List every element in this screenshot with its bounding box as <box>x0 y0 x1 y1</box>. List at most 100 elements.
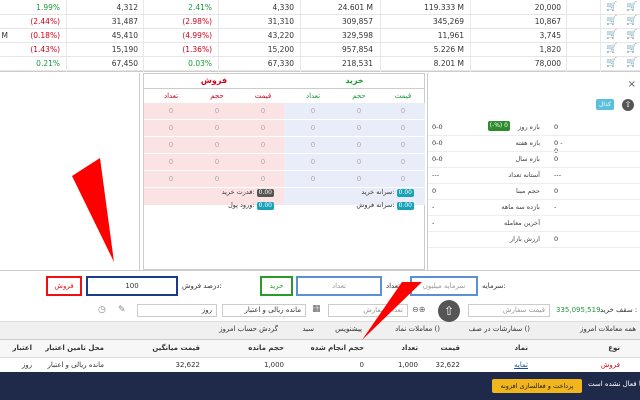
market-cell-c2: 31,487 <box>111 17 138 26</box>
pay-activate-button[interactable]: پرداخت و فعالسازی افزونه <box>492 379 582 393</box>
codal-badge[interactable]: کدال <box>596 99 614 110</box>
cart-icon[interactable]: 🛒 <box>606 17 617 26</box>
grid-cell-type: فروش <box>600 361 620 369</box>
cart-icon[interactable]: 🛒 <box>626 45 637 54</box>
tab-2[interactable]: معاملات نماد () <box>395 325 440 333</box>
tab-1[interactable]: سفارشات در صف () <box>469 325 530 333</box>
market-cell-c7: 78,000 <box>534 59 561 68</box>
buy-button[interactable]: خرید <box>260 276 293 296</box>
depth-cell: 0 <box>214 158 220 166</box>
grid-header[interactable]: نماد <box>514 344 528 352</box>
calculator-icon[interactable]: ▦ <box>312 304 321 314</box>
cart-icon[interactable]: 🛒 <box>626 3 637 12</box>
market-cell-lead: M <box>1 31 8 40</box>
grid-cell-symbol[interactable]: ثمایه <box>514 361 528 369</box>
grid-header[interactable]: حجم مانده <box>248 344 284 352</box>
cart-icon[interactable]: 🛒 <box>626 17 637 26</box>
depth-cell: 0 <box>400 141 406 149</box>
market-row[interactable]: 0.21% 67,450 0.03% 67,330 218,531 8.201 M 78,0… <box>0 57 640 71</box>
sell-button[interactable]: فروش <box>46 276 82 296</box>
info-left-value: 0-0 <box>432 139 443 147</box>
market-cell-c7: 3,745 <box>539 31 561 40</box>
tab-4[interactable]: سبد <box>302 325 314 333</box>
grid-header[interactable]: اعتبار <box>12 344 32 352</box>
stepper-icons[interactable]: ⊖⊕ <box>412 305 425 314</box>
market-cell-c7: 1,820 <box>539 45 561 54</box>
cart-icon[interactable]: 🛒 <box>606 31 617 40</box>
capital-input[interactable]: سرمایه میلیون <box>410 276 478 296</box>
info-row-divider <box>428 167 640 168</box>
eraser-icon[interactable]: ✎ <box>118 305 126 315</box>
cart-icon[interactable]: 🛒 <box>606 3 617 12</box>
grid-header[interactable]: تعداد <box>401 344 418 352</box>
info-label: آستانه تعداد <box>508 171 540 179</box>
grid-header[interactable]: حجم انجام شده <box>311 344 364 352</box>
market-watch-table: 1.99% 4,312 2.41% 4,330 24.601 M 119.333 M 20,… <box>0 0 640 72</box>
market-row[interactable]: (1.43%) 15,190 (1.36%) 15,200 957,854 5.226 M… <box>0 43 640 57</box>
grid-header[interactable]: محل تامین اعتبار <box>45 344 104 352</box>
market-cell-c4: 4,330 <box>272 3 294 12</box>
market-cell-c2: 15,190 <box>111 45 138 54</box>
info-row-divider <box>428 247 640 248</box>
tab-3[interactable]: پیشنویس <box>335 325 362 333</box>
market-row[interactable]: (0.18%) 45,410 (4.99%) 43,220 329,598 11,961 3… <box>0 29 640 43</box>
buy-capita-label: سرانه خرید: <box>361 188 395 196</box>
grid-cell-count: 1,000 <box>397 361 418 369</box>
info-label: بازه هفته <box>515 139 540 147</box>
submit-arrow-icon[interactable]: ⇧ <box>438 300 460 322</box>
depth-cell: 0 <box>260 175 266 183</box>
buy-col-header: حجم <box>352 92 366 100</box>
order-count-input[interactable]: تعداد سفارش <box>328 304 408 317</box>
order-price-input[interactable]: قیمت سفارش <box>468 304 550 317</box>
buy-ceiling-value: 335,095,519 <box>556 306 601 314</box>
info-row-divider <box>428 231 640 232</box>
tab-5[interactable]: گردش حساب امروز <box>219 325 278 333</box>
info-row-divider <box>428 199 640 200</box>
grid-header[interactable]: قیمت <box>440 344 460 352</box>
buy-capita: سرانه خرید: 0.00 <box>294 188 414 197</box>
grid-cell-credit: روز <box>21 361 32 369</box>
depth-cell: 0 <box>356 158 362 166</box>
credit-select[interactable]: مانده ریالی و اعتبار <box>222 304 306 317</box>
grid-cell-price: 32,622 <box>435 361 461 369</box>
sell-col-header: حجم <box>210 92 224 100</box>
order-entry-row: ◷ ✎ روز مانده ریالی و اعتبار ▦ تعداد سفا… <box>0 300 640 322</box>
info-value: 0 <box>554 155 559 163</box>
arrow-up-icon[interactable]: ⇧ <box>622 99 634 111</box>
clock-icon[interactable]: ◷ <box>98 305 106 315</box>
tab-0[interactable]: همه معاملات امروز <box>580 325 636 333</box>
close-icon[interactable]: × <box>628 79 636 90</box>
depth-row-divider <box>144 119 425 120</box>
validity-select[interactable]: روز <box>137 304 217 317</box>
depth-cell: 0 <box>400 124 406 132</box>
cart-icon[interactable]: 🛒 <box>626 59 637 68</box>
buy-power-value: 0.00 <box>256 189 274 197</box>
depth-cell: 0 <box>168 124 174 132</box>
market-row[interactable]: 1.99% 4,312 2.41% 4,330 24.601 M 119.333 M 20,… <box>0 1 640 15</box>
buy-capita-value: 0.00 <box>396 189 414 197</box>
info-label: آخرین معامله <box>504 219 540 227</box>
cart-icon[interactable]: 🛒 <box>606 45 617 54</box>
market-cell-c7: 10,867 <box>534 17 561 26</box>
count-input[interactable]: تعداد <box>296 276 382 296</box>
market-cell-c3: 0.03% <box>188 59 212 68</box>
market-cell-c5: 24.601 M <box>337 3 373 12</box>
table-row[interactable]: فروش ثمایه 32,622 1,000 0 1,000 32,622 مانده ری… <box>0 358 640 372</box>
market-row[interactable]: (2.44%) 31,487 (2.98%) 31,310 309,857 345,269… <box>0 15 640 29</box>
grid-header[interactable]: قیمت میانگین <box>152 344 200 352</box>
info-left-value: - <box>432 203 435 211</box>
cart-icon[interactable]: 🛒 <box>606 59 617 68</box>
grid-cell-source: مانده ریالی و اعتبار <box>47 361 104 369</box>
buy-power: قدرت خرید: 0.00 <box>184 188 274 197</box>
depth-cell: 0 <box>310 175 316 183</box>
grid-header[interactable]: نوع <box>608 344 620 352</box>
info-left-value: 0-0 <box>432 155 443 163</box>
depth-cell: 0 <box>310 124 316 132</box>
market-cell-c4: 43,220 <box>267 31 294 40</box>
cart-icon[interactable]: 🛒 <box>626 31 637 40</box>
market-cell-c2: 67,450 <box>111 59 138 68</box>
depth-cell: 0 <box>260 124 266 132</box>
buy-col-header: تعداد <box>305 92 321 100</box>
info-left-value: --- <box>432 171 440 179</box>
sell-percent-input[interactable]: 100 <box>86 276 178 296</box>
